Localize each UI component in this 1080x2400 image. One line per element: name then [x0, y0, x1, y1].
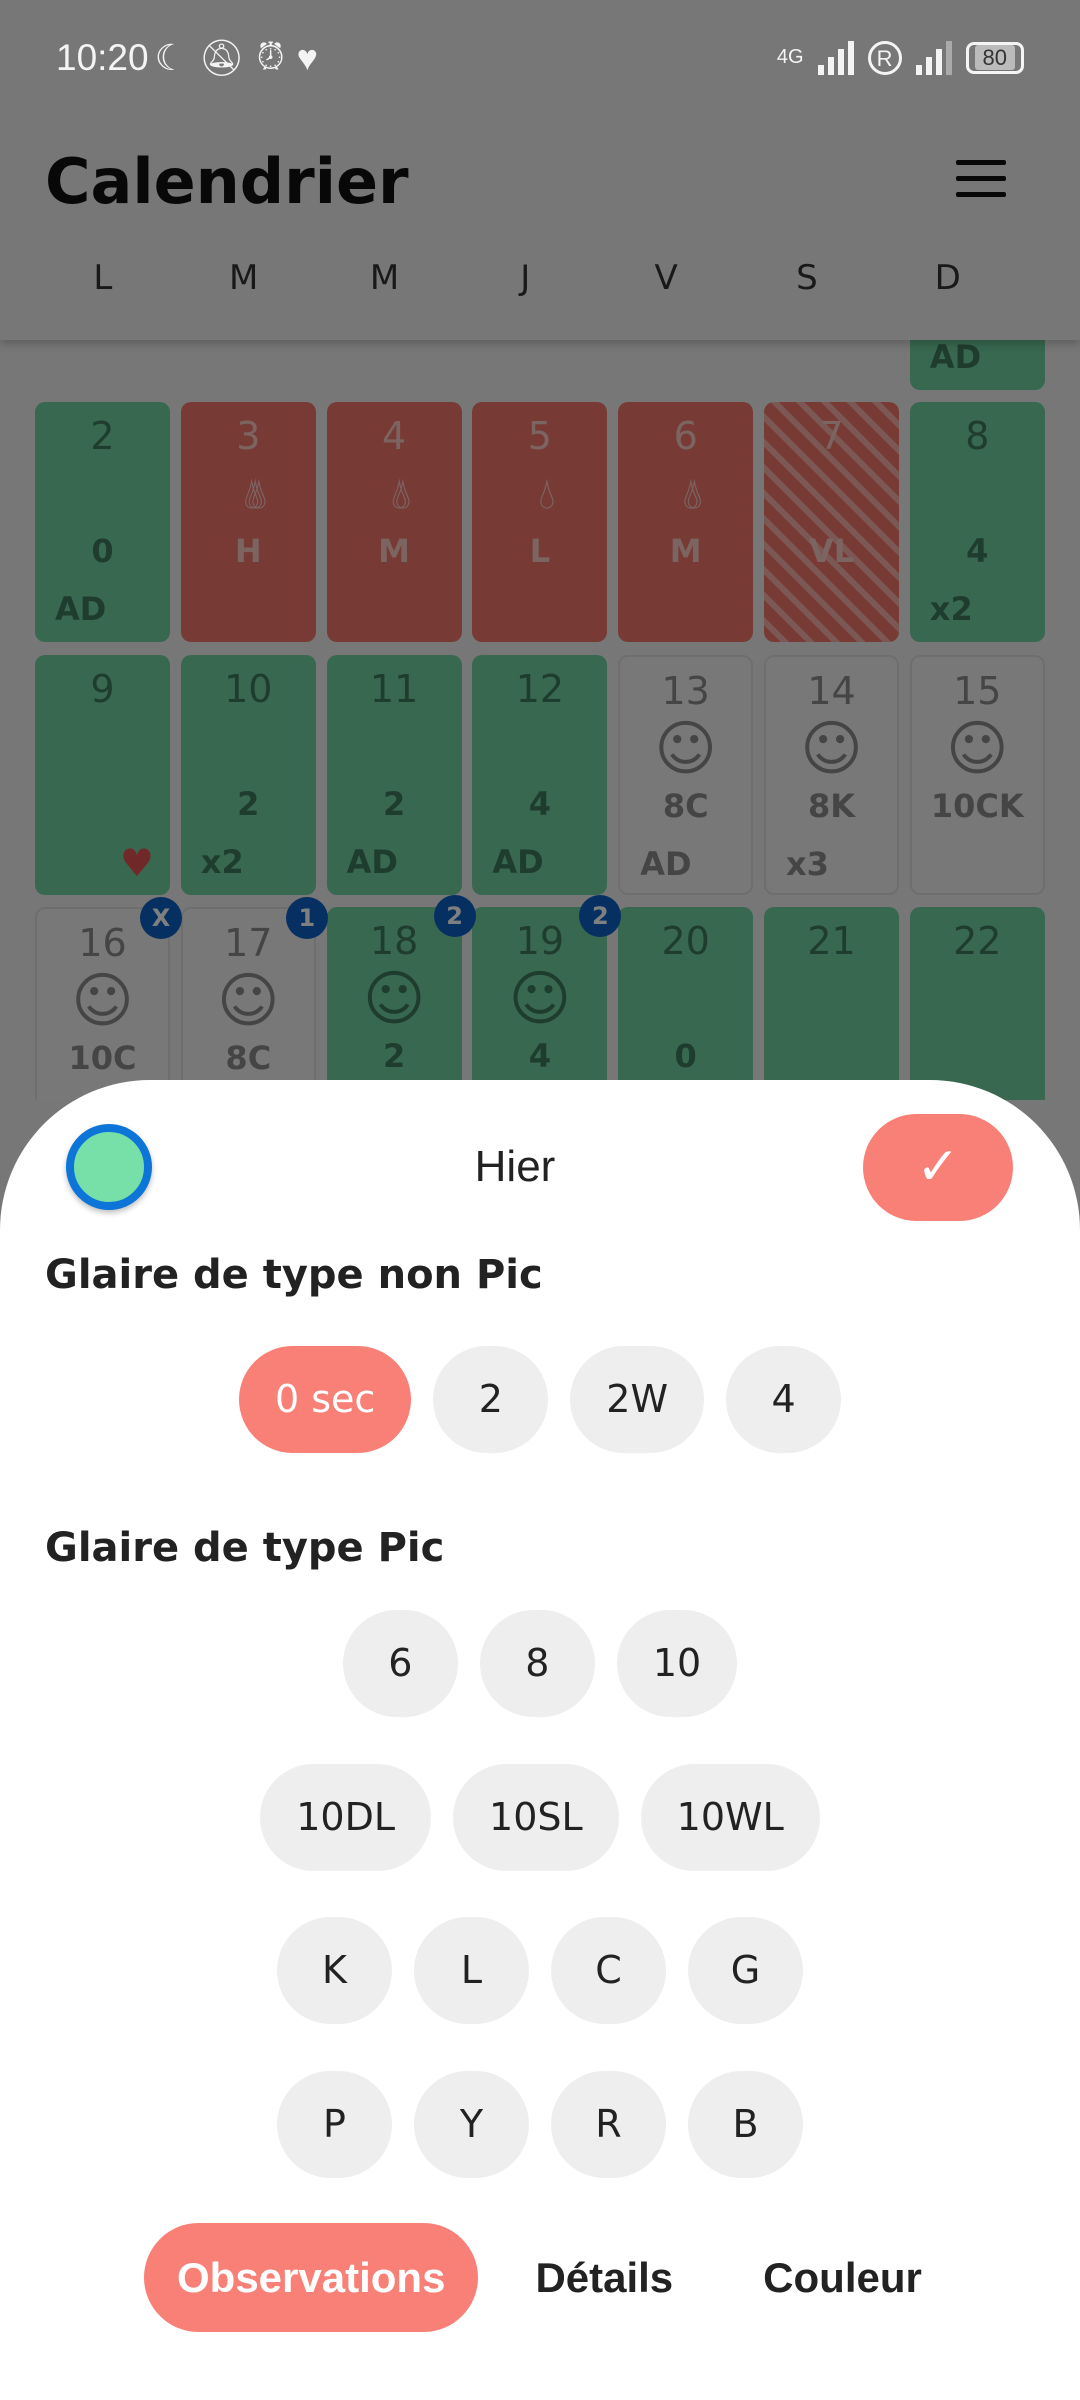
option-chip[interactable]: P: [277, 2070, 392, 2178]
option-chip[interactable]: C: [551, 1917, 666, 2024]
option-chip[interactable]: 8: [479, 1610, 595, 1717]
signal-icon-2: [915, 40, 952, 75]
battery-level: 80: [974, 44, 1015, 70]
tab-observations[interactable]: Observations: [144, 2223, 479, 2332]
network-type: 4G: [776, 46, 804, 68]
status-time: 10:20: [56, 36, 149, 78]
option-chip[interactable]: G: [688, 1917, 803, 2024]
peak-option-row: KLCG: [0, 1917, 1080, 2024]
tab-couleur[interactable]: Couleur: [730, 2223, 955, 2332]
option-chip[interactable]: 10DL: [260, 1763, 432, 1871]
option-chip[interactable]: 10SL: [453, 1763, 619, 1871]
option-chip[interactable]: 0 sec: [238, 1346, 412, 1453]
heart-icon: ♥: [296, 36, 319, 78]
option-chip[interactable]: L: [414, 1917, 529, 2024]
check-icon: ✓: [916, 1137, 960, 1197]
peak-option-row: PYRB: [0, 2070, 1080, 2178]
roaming-icon: R: [867, 40, 902, 75]
option-chip[interactable]: B: [688, 2070, 803, 2178]
peak-option-row: 6 8 10: [0, 1610, 1080, 1717]
peak-heading: Glaire de type Pic: [45, 1525, 445, 1571]
option-chip[interactable]: 4: [726, 1346, 842, 1453]
signal-icon: [817, 40, 854, 75]
moon-icon: ☾: [154, 36, 187, 78]
peak-option-row: 10DL 10SL 10WL: [0, 1763, 1080, 1871]
option-chip[interactable]: K: [277, 1917, 392, 2024]
option-chip[interactable]: 10WL: [640, 1763, 820, 1871]
battery-icon: 80: [965, 41, 1024, 74]
option-chip[interactable]: 10: [616, 1610, 738, 1717]
option-chip[interactable]: 6: [342, 1610, 458, 1717]
confirm-button[interactable]: ✓: [863, 1114, 1013, 1221]
option-chip[interactable]: Y: [414, 2070, 529, 2178]
status-bar: 10:20 ☾ 🔕︎ ⏰︎ ♥ 4G R 80: [0, 0, 1080, 115]
alarm-icon: ⏰︎: [256, 36, 285, 77]
tab-détails[interactable]: Détails: [502, 2223, 706, 2332]
sheet-tabs: Observations Détails Couleur: [144, 2223, 979, 2332]
option-chip[interactable]: 2W: [570, 1346, 705, 1453]
non-peak-options: 0 sec 2 2W 4: [0, 1346, 1080, 1453]
mute-icon: 🔕︎: [198, 36, 245, 78]
option-chip[interactable]: R: [551, 2070, 666, 2178]
option-chip[interactable]: 2: [433, 1346, 549, 1453]
bottom-sheet: Hier ✓ Glaire de type non Pic 0 sec 2 2W 4 …: [0, 1080, 1080, 2400]
non-peak-heading: Glaire de type non Pic: [45, 1252, 543, 1298]
